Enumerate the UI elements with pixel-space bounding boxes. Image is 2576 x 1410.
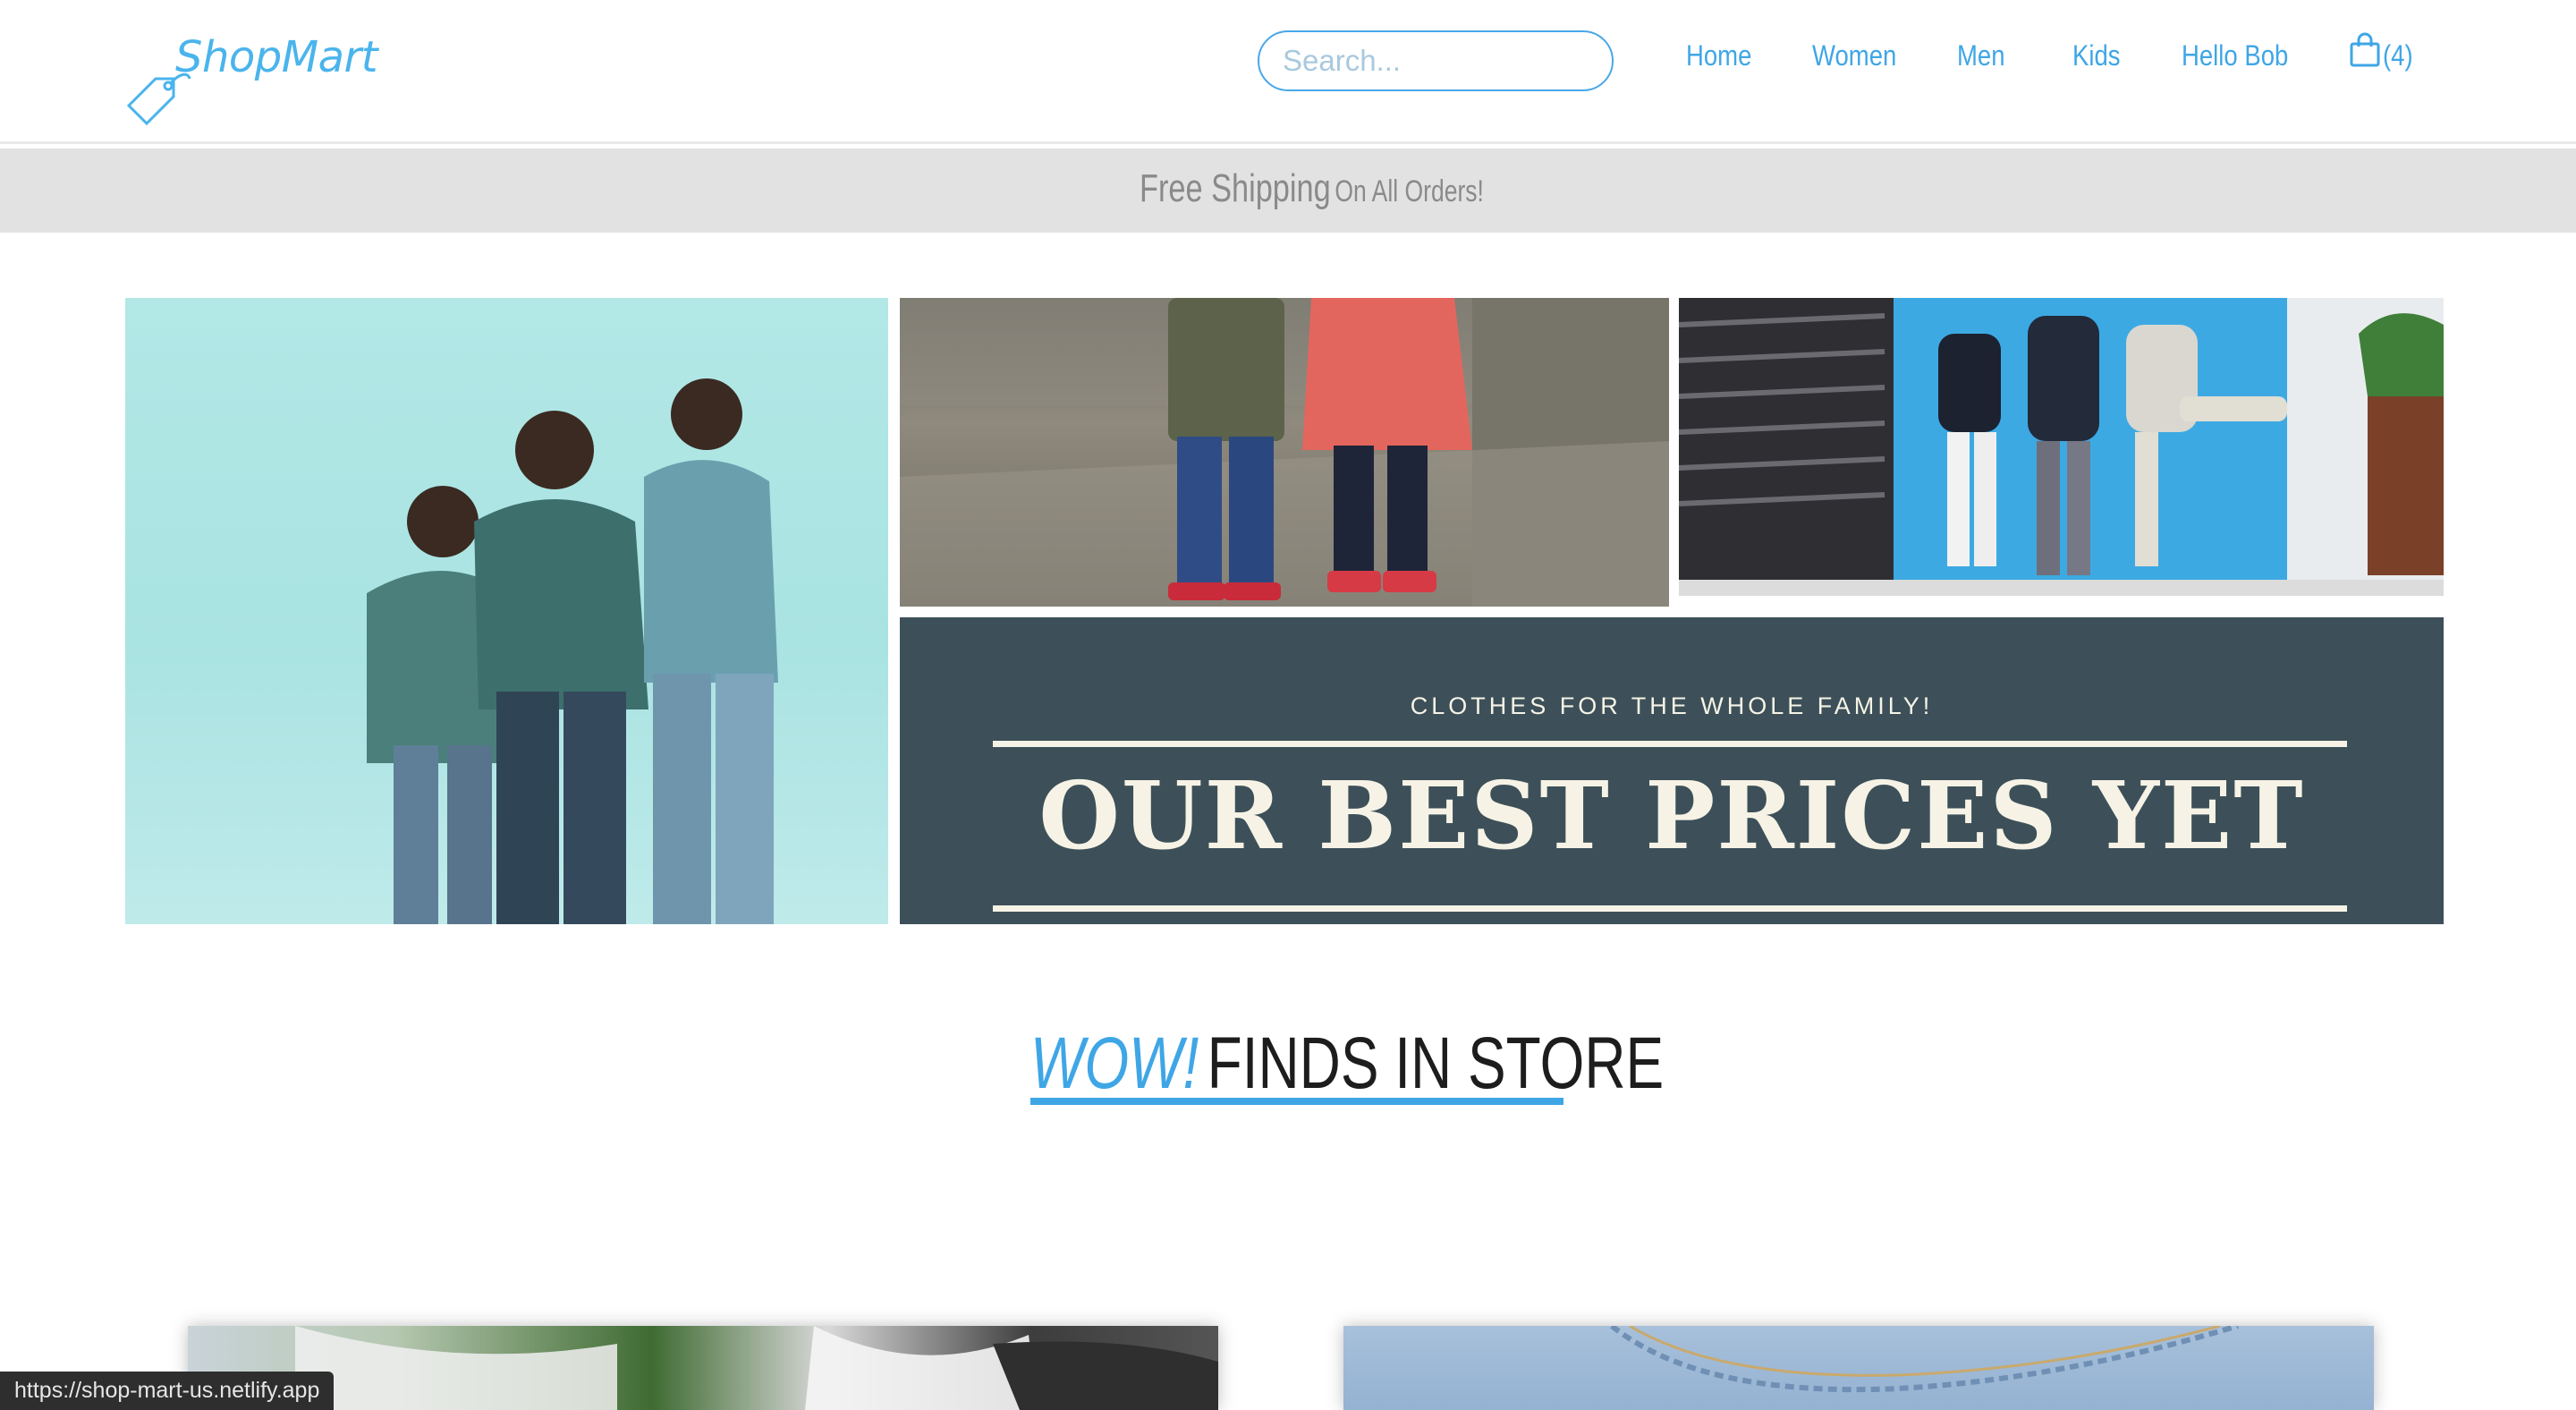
promo-banner[interactable]: CLOTHES FOR THE WHOLE FAMILY! OUR BEST P… xyxy=(900,617,2444,924)
site-header: ShopMart Home Women Men Kids Hello Bob (… xyxy=(0,0,2576,144)
promo-divider-bottom xyxy=(993,905,2347,912)
nav-kids[interactable]: Kids xyxy=(2072,39,2121,72)
men-illustration xyxy=(367,378,778,924)
cart-button[interactable]: (4) xyxy=(2347,32,2419,79)
section-heading-accent: WOW! xyxy=(1030,1023,1199,1104)
promo-title: OUR BEST PRICES YET xyxy=(1038,760,2305,871)
kids-photo[interactable] xyxy=(900,298,1669,607)
search-input[interactable] xyxy=(1258,30,1614,91)
section-heading-underline xyxy=(1030,1098,1563,1105)
link-preview-status-bar: https://shop-mart-us.netlify.app xyxy=(0,1372,335,1410)
shopmart-logo[interactable]: ShopMart xyxy=(125,30,378,129)
brand-name: ShopMart xyxy=(175,32,378,82)
section-heading-title: FINDS IN STORE xyxy=(1207,1023,1665,1104)
promo-eyebrow: CLOTHES FOR THE WHOLE FAMILY! xyxy=(1410,692,1934,719)
cart-count: (4) xyxy=(2383,39,2413,72)
men-photo[interactable] xyxy=(125,298,888,924)
sneakers-image xyxy=(295,1326,1218,1410)
shipping-headline: Free Shipping xyxy=(1140,166,1331,210)
sportswear-photo[interactable] xyxy=(1679,298,2444,596)
nav-account-greeting[interactable]: Hello Bob xyxy=(2182,39,2288,72)
free-shipping-banner: Free Shipping On All Orders! xyxy=(0,149,2576,233)
nav-home[interactable]: Home xyxy=(1686,39,1751,72)
jeans-card[interactable] xyxy=(1343,1326,2374,1410)
section-heading: WOW! FINDS IN STORE xyxy=(1030,1022,1664,1106)
nav-men[interactable]: Men xyxy=(1957,39,2005,72)
sportswear-illustration xyxy=(1679,298,2444,596)
kids-illustration xyxy=(900,298,1669,607)
jeans-image xyxy=(1610,1326,2239,1393)
nav-women[interactable]: Women xyxy=(1812,39,1896,72)
promo-divider-top xyxy=(993,741,2347,747)
shipping-subtext: On All Orders! xyxy=(1335,174,1484,208)
sneakers-card[interactable] xyxy=(188,1326,1218,1410)
shopping-bag-icon xyxy=(2350,32,2380,67)
